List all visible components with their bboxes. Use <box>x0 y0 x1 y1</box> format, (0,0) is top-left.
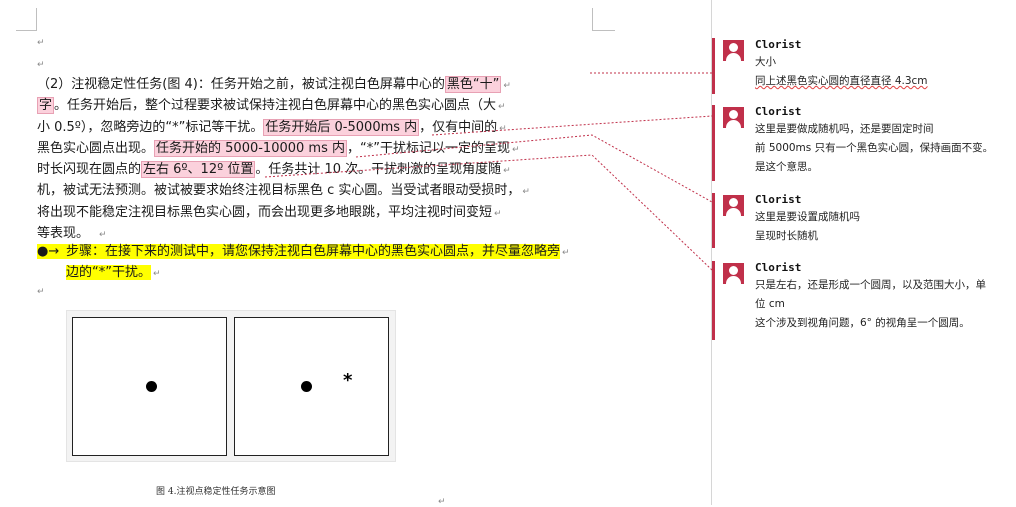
comment-author: Clorist <box>755 261 802 274</box>
commented-text-1-cont[interactable]: 字 <box>37 97 55 115</box>
comment-author: Clorist <box>755 105 802 118</box>
fixation-dot <box>301 381 312 392</box>
paragraph-line: 小 0.5º），忽略旁边的“*”标记等干扰。 任务开始后 0-5000ms 内，仅… <box>37 118 507 136</box>
figure-4-image[interactable]: * <box>66 310 396 462</box>
comment-body[interactable]: 只是左右，还是形成一个圆周，以及范围大小，单 位 cm 这个涉及到视角问题，6°… <box>755 276 986 333</box>
paragraph-mark: ↵ <box>438 497 446 507</box>
bullet-icon: ●→ <box>37 244 60 259</box>
paragraph-line: 黑色实心圆点出现。 任务开始的 5000-10000 ms 内，“*”干扰标记以一… <box>37 139 520 157</box>
margin-corner-top-left <box>16 8 37 31</box>
step-bullet[interactable]: ●→ 步骤：在接下来的测试中，请您保持注视白色屏幕中心的黑色实心圆点，并尽量忽略旁… <box>37 241 597 284</box>
user-avatar-icon <box>723 263 744 284</box>
paragraph-line: 将出现不能稳定注视目标黑色实心圆，而会出现更多地眼跳，平均注视时间变短 ↵ <box>37 204 502 220</box>
comment-card[interactable]: Clorist 只是左右，还是形成一个圆周，以及范围大小，单 位 cm 这个涉及… <box>712 261 1016 340</box>
comment-card[interactable]: Clorist 这里是要做成随机吗，还是要固定时间 前 5000ms 只有一个黑… <box>712 105 1016 181</box>
comment-accent-bar <box>712 193 715 248</box>
document-page[interactable]: ↵ ↵ （2）注视稳定性任务(图 4)：任务开始之前，被试注视白色屏幕中心的 黑色… <box>0 0 711 507</box>
paragraph-mark: ↵ <box>37 60 45 70</box>
commented-text-3[interactable]: 任务开始的 5000-10000 ms 内 <box>154 139 347 157</box>
distractor-star: * <box>343 370 353 391</box>
commented-text-2[interactable]: 任务开始后 0-5000ms 内 <box>263 118 420 136</box>
comment-card[interactable]: Clorist 大小 同上述黑色实心圆的直径直径 4.3cm <box>712 38 1016 94</box>
comment-author: Clorist <box>755 38 802 51</box>
user-avatar-icon <box>723 195 744 216</box>
margin-corner-top-right <box>592 8 615 31</box>
user-avatar-icon <box>723 40 744 61</box>
fixation-dot <box>146 381 157 392</box>
comment-accent-bar <box>712 38 715 94</box>
paragraph-line: 字。任务开始后，整个过程要求被试保持注视白色屏幕中心的黑色实心圆点（大 ↵ <box>37 97 506 115</box>
fixation-panel-right: * <box>234 317 389 456</box>
paragraph-line: 时长闪现在圆点的 左右 6º、12º 位置 。任务共计 10 次。干扰刺激的呈现角度… <box>37 161 511 179</box>
comment-accent-bar <box>712 105 715 181</box>
comment-accent-bar <box>712 261 715 340</box>
paragraph-mark: ↵ <box>37 38 45 48</box>
comment-body[interactable]: 大小 同上述黑色实心圆的直径直径 4.3cm <box>755 53 928 91</box>
figure-caption: 图 4.注视点稳定性任务示意图 <box>156 487 276 497</box>
paragraph-mark: ↵ <box>37 287 45 297</box>
commented-text-1[interactable]: 黑色“十” <box>444 76 502 93</box>
comment-card[interactable]: Clorist 这里是要设置成随机吗 呈现时长随机 <box>712 193 1016 248</box>
task-paragraph[interactable]: （2）注视稳定性任务(图 4)：任务开始之前，被试注视白色屏幕中心的 黑色“十” ↵… <box>37 74 597 244</box>
paragraph-line: 机，被试无法预测。被试被要求始终注视目标黑色 c 实心圆。当受试者眼动受损时， ↵ <box>37 183 530 199</box>
comment-author: Clorist <box>755 193 802 206</box>
comment-pane[interactable]: Clorist 大小 同上述黑色实心圆的直径直径 4.3cm Clorist 这… <box>712 0 1016 505</box>
paragraph-line: （2）注视稳定性任务(图 4)：任务开始之前，被试注视白色屏幕中心的 黑色“十” ↵ <box>37 76 511 93</box>
user-avatar-icon <box>723 107 744 128</box>
commented-text-4[interactable]: 左右 6º、12º 位置 <box>141 161 256 179</box>
comment-body[interactable]: 这里是要做成随机吗，还是要固定时间 前 5000ms 只有一个黑色实心圆，保持画… <box>755 120 993 177</box>
fixation-panel-left <box>72 317 227 456</box>
comment-body[interactable]: 这里是要设置成随机吗 呈现时长随机 <box>755 208 860 246</box>
